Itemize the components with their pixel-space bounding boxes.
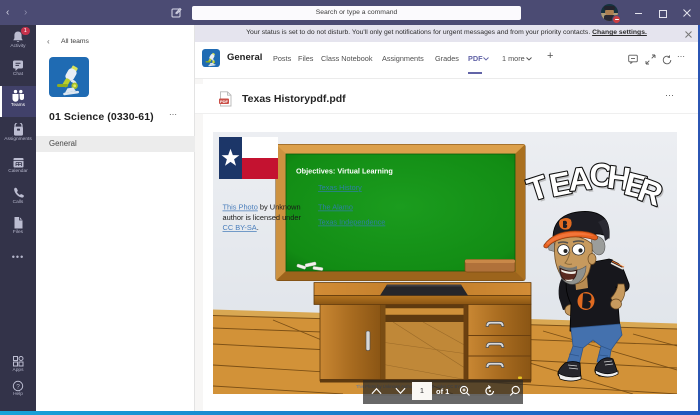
svg-text:Texas History: Texas History	[318, 183, 362, 192]
svg-text:?: ?	[16, 383, 20, 390]
svg-text:This Photo by Unknown: This Photo by Unknown	[223, 203, 301, 212]
svg-text:Texas Independence: Texas Independence	[318, 218, 385, 227]
svg-text:The Alamo: The Alamo	[318, 203, 353, 212]
svg-text:Objectives: Virtual Learning: Objectives: Virtual Learning	[296, 167, 393, 176]
svg-text:CC BY-SA.: CC BY-SA.	[223, 223, 259, 232]
svg-text:author is licensed under: author is licensed under	[223, 213, 302, 222]
svg-text:PDF: PDF	[220, 99, 229, 104]
